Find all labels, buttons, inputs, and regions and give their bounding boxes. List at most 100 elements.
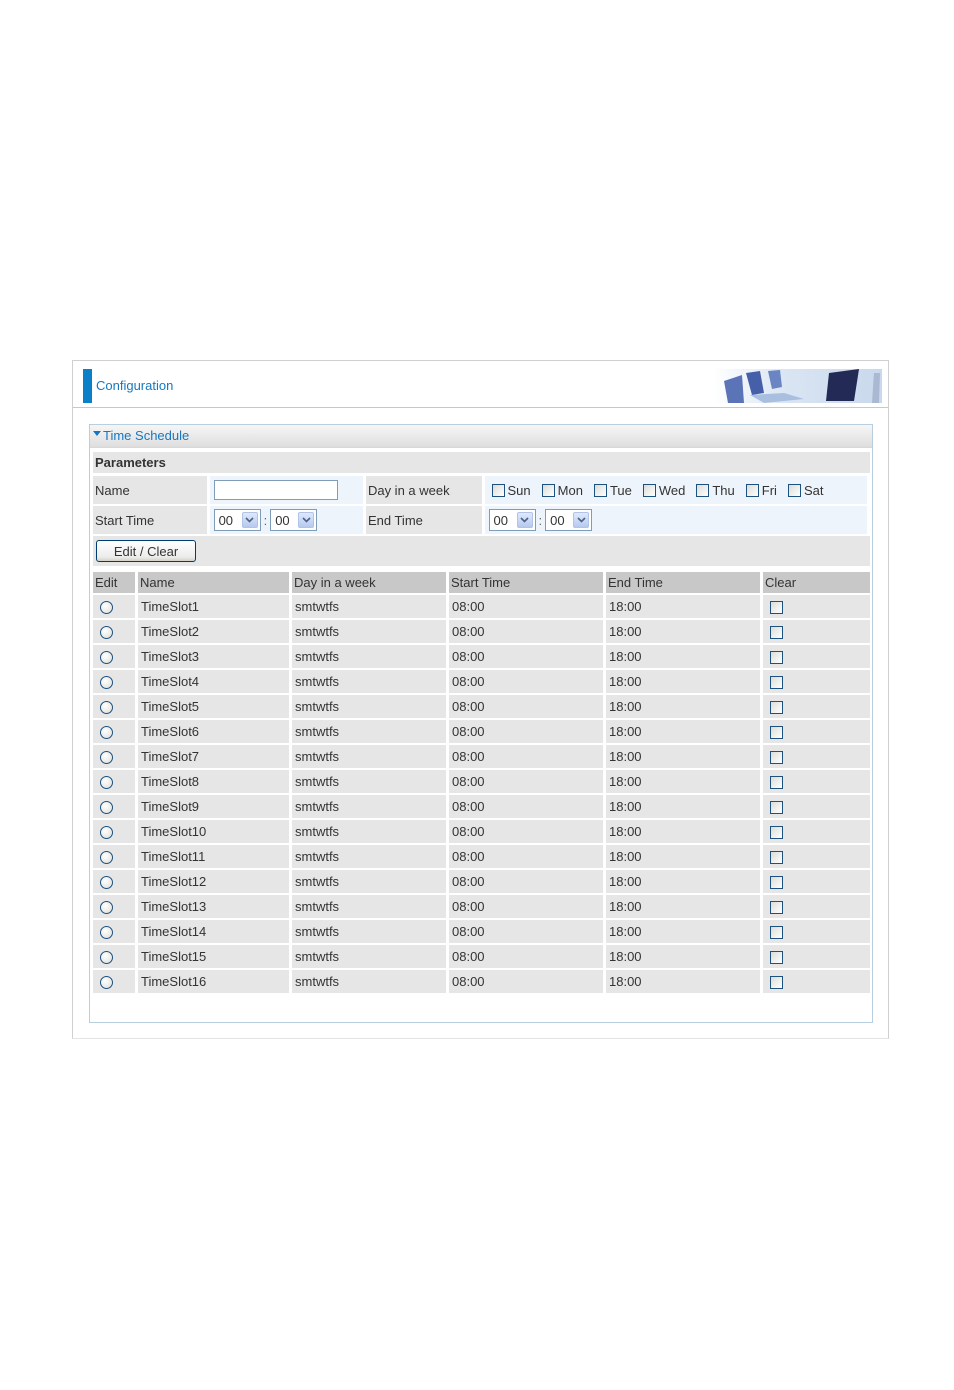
clear-cell <box>763 970 870 993</box>
edit-radio[interactable] <box>100 876 113 890</box>
edit-radio[interactable] <box>100 651 113 665</box>
checkbox[interactable] <box>745 483 759 497</box>
clear-checkbox[interactable] <box>770 676 783 690</box>
edit-radio[interactable] <box>100 976 113 990</box>
clear-cell <box>763 870 870 893</box>
slot-start-time: 08:00 <box>449 920 603 943</box>
clear-checkbox[interactable] <box>770 726 783 740</box>
time-schedule-header[interactable]: Time Schedule <box>90 425 872 448</box>
clear-checkbox[interactable] <box>770 776 783 790</box>
slot-start-time: 08:00 <box>449 695 603 718</box>
edit-radio[interactable] <box>100 901 113 915</box>
slot-name: TimeSlot7 <box>138 745 289 768</box>
clear-cell <box>763 620 870 643</box>
end-minute-select[interactable]: 00 <box>545 509 593 531</box>
clear-cell <box>763 795 870 818</box>
edit-radio[interactable] <box>100 851 113 865</box>
edit-radio[interactable] <box>100 826 113 840</box>
clear-checkbox[interactable] <box>770 901 783 915</box>
edit-radio[interactable] <box>100 601 113 615</box>
chevron-down-icon[interactable] <box>516 512 533 528</box>
day-checkbox-tue[interactable]: Tue <box>593 483 632 498</box>
table-row: TimeSlot9 smtwtfs 08:00 18:00 <box>93 795 870 818</box>
edit-cell <box>93 795 135 818</box>
edit-radio[interactable] <box>100 926 113 940</box>
table-row: TimeSlot10 smtwtfs 08:00 18:00 <box>93 820 870 843</box>
edit-radio[interactable] <box>100 701 113 715</box>
clear-checkbox[interactable] <box>770 876 783 890</box>
chevron-down-icon[interactable] <box>573 512 590 528</box>
clear-checkbox[interactable] <box>770 951 783 965</box>
edit-clear-button[interactable]: Edit / Clear <box>96 540 196 562</box>
edit-radio[interactable] <box>100 801 113 815</box>
clear-checkbox[interactable] <box>770 601 783 615</box>
slot-start-time: 08:00 <box>449 820 603 843</box>
clear-checkbox[interactable] <box>770 751 783 765</box>
day-checkbox-fri[interactable]: Fri <box>745 483 777 498</box>
header-name: Name <box>138 572 289 593</box>
clear-cell <box>763 645 870 668</box>
edit-radio[interactable] <box>100 726 113 740</box>
checkbox[interactable] <box>787 483 801 497</box>
edit-cell <box>93 695 135 718</box>
slot-end-time: 18:00 <box>606 620 760 643</box>
slot-days: smtwtfs <box>292 695 446 718</box>
parameters-row-1: Name Day in a week Sun Mon Tue Wed Thu F… <box>93 476 870 504</box>
header-edit: Edit <box>93 572 135 593</box>
slot-start-time: 08:00 <box>449 870 603 893</box>
collapse-triangle-icon[interactable] <box>93 431 101 437</box>
edit-radio[interactable] <box>100 626 113 640</box>
slot-start-time: 08:00 <box>449 645 603 668</box>
edit-radio[interactable] <box>100 776 113 790</box>
start-hour-select[interactable]: 00 <box>213 509 261 531</box>
edit-radio[interactable] <box>100 951 113 965</box>
checkbox[interactable] <box>593 483 607 497</box>
slot-start-time: 08:00 <box>449 595 603 618</box>
checkbox[interactable] <box>541 483 555 497</box>
slot-end-time: 18:00 <box>606 595 760 618</box>
slot-days: smtwtfs <box>292 670 446 693</box>
checkbox[interactable] <box>696 483 710 497</box>
clear-checkbox[interactable] <box>770 976 783 990</box>
day-checkbox-mon[interactable]: Mon <box>541 483 583 498</box>
day-checkbox-sun[interactable]: Sun <box>491 483 531 498</box>
table-row: TimeSlot15 smtwtfs 08:00 18:00 <box>93 945 870 968</box>
slot-start-time: 08:00 <box>449 945 603 968</box>
clear-checkbox[interactable] <box>770 701 783 715</box>
chevron-down-icon[interactable] <box>298 512 315 528</box>
clear-checkbox[interactable] <box>770 626 783 640</box>
clear-cell <box>763 695 870 718</box>
slot-start-time: 08:00 <box>449 770 603 793</box>
day-checkbox-thu[interactable]: Thu <box>696 483 735 498</box>
clear-cell <box>763 945 870 968</box>
edit-cell <box>93 595 135 618</box>
start-minute-select[interactable]: 00 <box>270 509 318 531</box>
clear-checkbox[interactable] <box>770 801 783 815</box>
clear-checkbox[interactable] <box>770 651 783 665</box>
clear-cell <box>763 770 870 793</box>
slot-start-time: 08:00 <box>449 745 603 768</box>
name-input[interactable] <box>213 480 338 500</box>
day-checkbox-wed[interactable]: Wed <box>642 483 685 498</box>
slot-name: TimeSlot16 <box>138 970 289 993</box>
day-checkbox-sat[interactable]: Sat <box>787 483 823 498</box>
checkbox[interactable] <box>642 483 656 497</box>
checkbox[interactable] <box>491 483 505 497</box>
slot-name: TimeSlot14 <box>138 920 289 943</box>
slot-start-time: 08:00 <box>449 845 603 868</box>
slot-start-time: 08:00 <box>449 795 603 818</box>
clear-cell <box>763 820 870 843</box>
parameters-section-title: Parameters <box>93 452 870 473</box>
edit-radio[interactable] <box>100 676 113 690</box>
clear-checkbox[interactable] <box>770 851 783 865</box>
edit-cell <box>93 670 135 693</box>
end-hour-select[interactable]: 00 <box>488 509 536 531</box>
chevron-down-icon[interactable] <box>241 512 258 528</box>
slot-end-time: 18:00 <box>606 795 760 818</box>
header-day-in-week: Day in a week <box>292 572 446 593</box>
clear-checkbox[interactable] <box>770 826 783 840</box>
clear-checkbox[interactable] <box>770 926 783 940</box>
slot-end-time: 18:00 <box>606 720 760 743</box>
edit-radio[interactable] <box>100 751 113 765</box>
slot-days: smtwtfs <box>292 645 446 668</box>
